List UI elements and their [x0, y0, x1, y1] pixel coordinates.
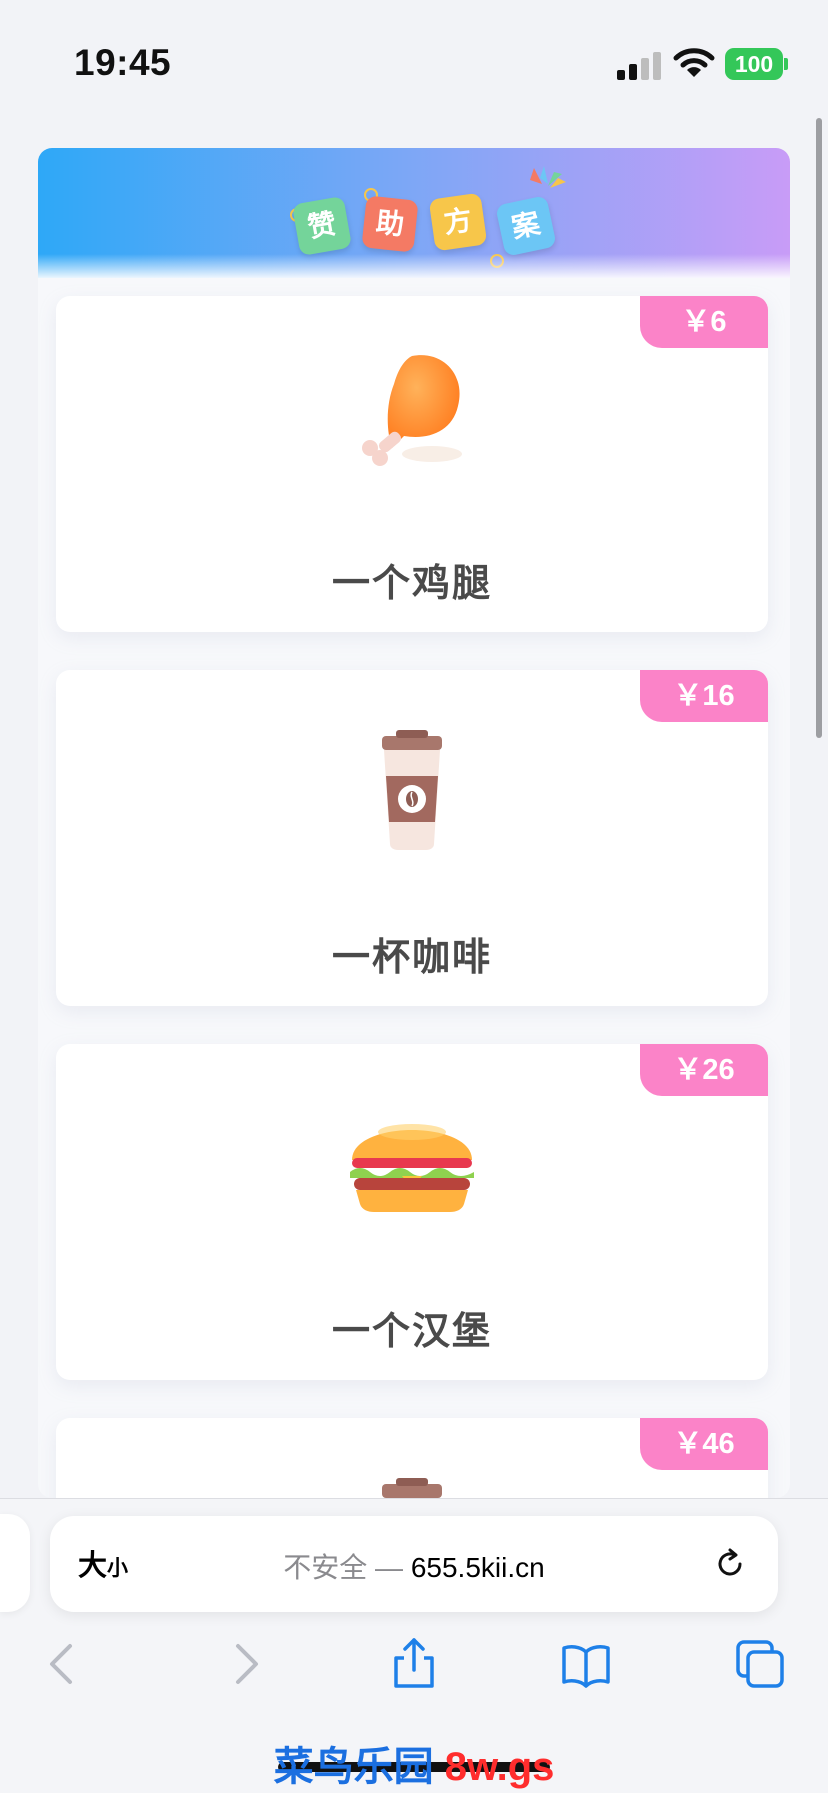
- title-tile: 方: [428, 192, 488, 252]
- watermark-domain: 8w.gs: [444, 1745, 555, 1789]
- browser-toolbar: [0, 1630, 828, 1700]
- sponsor-option-card[interactable]: ￥16 一杯咖啡: [56, 670, 768, 1006]
- url-display[interactable]: 不安全 — 655.5kii.cn: [50, 1546, 778, 1586]
- cellular-signal-icon: [617, 48, 661, 80]
- bookmarks-icon[interactable]: [560, 1638, 612, 1690]
- hamburger-icon: [350, 1124, 474, 1212]
- address-bar[interactable]: 大小 不安全 — 655.5kii.cn: [50, 1516, 778, 1612]
- title-tile: 赞: [291, 195, 353, 257]
- sponsor-option-card[interactable]: ￥46: [56, 1418, 768, 1498]
- item-label: 一杯咖啡: [331, 935, 492, 979]
- sponsor-banner: 赞 助 方 案: [38, 148, 790, 278]
- item-label: 一个鸡腿: [331, 561, 492, 605]
- sponsor-option-card[interactable]: ￥26 一个汉堡: [56, 1044, 768, 1380]
- item-label: 一个汉堡: [331, 1309, 492, 1353]
- coffee-cup-icon: [382, 1478, 442, 1498]
- coffee-cup-icon: [382, 730, 442, 850]
- insecure-label: 不安全 —: [283, 1552, 404, 1583]
- battery-indicator: 100: [725, 48, 783, 80]
- status-time: 19:45: [74, 42, 172, 83]
- price-tag: ￥46: [640, 1418, 768, 1470]
- status-bar: 19:45 100: [0, 0, 828, 120]
- title-tile: 案: [495, 195, 557, 257]
- battery-cap: [784, 58, 788, 70]
- banner-fade: [38, 254, 790, 278]
- previous-tab-preview[interactable]: [0, 1514, 30, 1612]
- back-icon[interactable]: [38, 1638, 90, 1690]
- price-tag: ￥26: [640, 1044, 768, 1096]
- sponsor-page: 赞 助 方 案 ￥6 一个鸡腿 ￥16 一杯咖啡 ￥26 一个汉堡 ￥46: [38, 148, 790, 1498]
- chicken-leg-icon: [362, 355, 462, 466]
- forward-icon[interactable]: [218, 1638, 270, 1690]
- title-tile: 助: [361, 195, 419, 253]
- sponsor-title: 赞 助 方 案: [291, 190, 596, 260]
- url-domain: 655.5kii.cn: [410, 1552, 545, 1583]
- wifi-icon: [673, 48, 715, 77]
- share-icon[interactable]: [388, 1638, 440, 1690]
- scroll-indicator[interactable]: [816, 118, 822, 738]
- watermark: 菜鸟乐园 8w.gs: [0, 1734, 828, 1792]
- price-tag: ￥16: [640, 670, 768, 722]
- reload-icon[interactable]: [712, 1546, 748, 1582]
- sponsor-option-card[interactable]: ￥6 一个鸡腿: [56, 296, 768, 632]
- price-tag: ￥6: [640, 296, 768, 348]
- watermark-site-name: 菜鸟乐园: [273, 1745, 434, 1789]
- tabs-icon[interactable]: [734, 1638, 786, 1690]
